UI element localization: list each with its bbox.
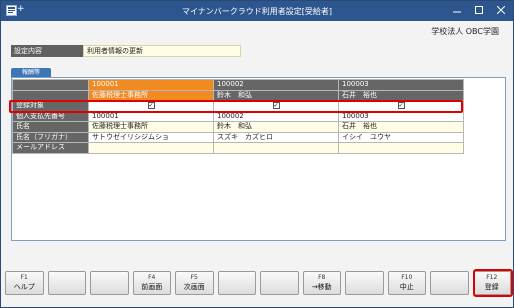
grid-cell[interactable]: 鈴木 和弘 [213,121,339,133]
f9-button[interactable] [345,271,384,295]
column-header-name[interactable]: 鈴木 和弘 [213,89,339,101]
setting-value-field[interactable]: 利用者情報の更新 [83,45,241,57]
recipient-grid: 100001 100002 100003 佐藤税理士事務所 鈴木 和弘 石井 裕… [12,79,464,154]
minimize-icon[interactable] [451,4,463,16]
grid-cell[interactable]: スズキ カズヒロ [213,131,339,143]
title-bar: + マイナンバークラウド利用者設定[受給者] [1,1,513,21]
app-window: + マイナンバークラウド利用者設定[受給者] 学校法人 OBC学園 設定内容 利… [0,0,514,308]
highlight-register-row [9,100,463,113]
grid-cell[interactable]: サトウゼイリシジムショ [88,131,214,143]
grid-cell[interactable]: イシイ ユウヤ [338,131,464,143]
setting-label: 設定内容 [11,45,83,57]
column-header-name[interactable]: 石井 裕也 [338,89,464,101]
column-header-name[interactable]: 佐藤税理士事務所 [88,89,214,101]
f8-move-button[interactable]: F8 →移動 [302,271,341,295]
window-title: マイナンバークラウド利用者設定[受給者] [181,7,333,16]
table-row: 氏名 佐藤税理士事務所 鈴木 和弘 石井 裕也 [12,121,464,133]
maximize-icon[interactable] [473,4,485,16]
table-row: メールアドレス [12,142,464,154]
f10-cancel-button[interactable]: F10 中止 [387,271,426,295]
f5-next-screen-button[interactable]: F5 次画面 [175,271,214,295]
function-key-bar: F1 ヘルプ F4 前画面 F5 次画面 F8 →移動 F10 中止 F12 登録 [5,271,511,295]
grid-header-row-name: 佐藤税理士事務所 鈴木 和弘 石井 裕也 [12,89,464,101]
f3-button[interactable] [90,271,129,295]
column-header-code[interactable]: 100003 [338,79,464,91]
grid-header-row-code: 100001 100002 100003 [12,79,464,91]
grid-corner [12,79,89,91]
f4-prev-screen-button[interactable]: F4 前画面 [132,271,171,295]
row-label-email: メールアドレス [12,142,89,154]
table-row: 氏名（フリガナ） サトウゼイリシジムショ スズキ カズヒロ イシイ ユウヤ [12,131,464,143]
close-icon[interactable] [495,4,507,16]
grid-cell[interactable] [88,142,214,154]
grid-corner [12,89,89,101]
f1-help-button[interactable]: F1 ヘルプ [5,271,44,295]
grid-cell[interactable]: 佐藤税理士事務所 [88,121,214,133]
f6-button[interactable] [217,271,256,295]
company-name: 学校法人 OBC学園 [431,27,499,36]
f11-button[interactable] [430,271,469,295]
row-label-name: 氏名 [12,121,89,133]
f2-button[interactable] [47,271,86,295]
row-label-name-kana: 氏名（フリガナ） [12,131,89,143]
grid-cell[interactable] [338,142,464,154]
column-header-code[interactable]: 100001 [88,79,214,91]
column-header-code[interactable]: 100002 [213,79,339,91]
f7-button[interactable] [260,271,299,295]
grid-cell[interactable]: 石井 裕也 [338,121,464,133]
grid-cell[interactable] [213,142,339,154]
highlight-f12-button [473,269,513,297]
